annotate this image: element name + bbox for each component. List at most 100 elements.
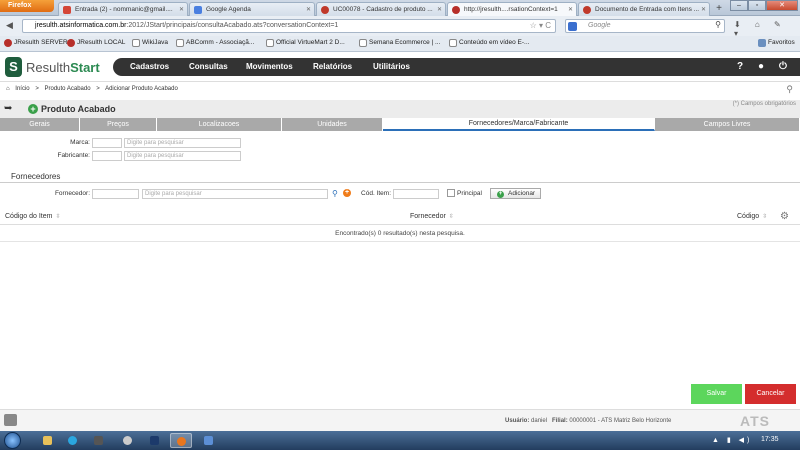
marca-search-input[interactable]: Digite para pesquisar: [124, 138, 241, 148]
bookmark-item[interactable]: Official VirtueMart 2 D...: [266, 39, 345, 47]
browser-tab-documento[interactable]: Documento de Entrada com Itens ... ✕: [578, 2, 710, 16]
tab-unidades[interactable]: Unidades: [282, 118, 383, 131]
taskbar-app[interactable]: [88, 433, 110, 448]
folder-icon: [43, 436, 52, 445]
main-menu: Cadastros Consultas Movimentos Relatório…: [113, 58, 800, 76]
status-bar: Usuário: daniel Filial: 00000001 - ATS M…: [0, 409, 800, 431]
taskbar-skype[interactable]: [62, 433, 84, 448]
page-icon: [583, 6, 591, 14]
bookmark-star-icon[interactable]: ☆ ▾ C: [530, 21, 551, 30]
url-bar[interactable]: jresulth.atsinformatica.com.br:2012/JSta…: [22, 19, 556, 33]
gear-icon[interactable]: ⚙: [780, 211, 789, 222]
url-host: jresulth.atsinformatica.com.br: [35, 22, 127, 29]
back-icon[interactable]: ◀: [6, 20, 13, 31]
search-icon[interactable]: ⚲: [786, 84, 793, 95]
menu-relatorios[interactable]: Relatórios: [313, 62, 352, 71]
breadcrumb-current: Adicionar Produto Acabado: [105, 86, 178, 92]
fornecedor-code-input[interactable]: [92, 189, 139, 199]
principal-checkbox[interactable]: [447, 189, 455, 197]
fabricante-search-input[interactable]: Digite para pesquisar: [124, 151, 241, 161]
taskbar-photoshop[interactable]: [144, 433, 166, 448]
window-close-icon[interactable]: ✕: [766, 0, 798, 11]
menu-utilitarios[interactable]: Utilitários: [373, 62, 410, 71]
breadcrumb: ⌂ Início > Produto Acabado > Adicionar P…: [6, 86, 178, 92]
back-arrow-icon[interactable]: ➥: [4, 103, 12, 114]
user-icon[interactable]: ●: [758, 61, 764, 72]
status-branch: 00000001 - ATS Matriz Belo Horizonte: [569, 418, 672, 424]
tab-localizacoes[interactable]: Localizacoes: [157, 118, 282, 131]
firefox-menu-button[interactable]: Firefox: [0, 0, 54, 12]
tab-title: Entrada (2) - nommanic@gmail....: [75, 6, 173, 13]
bookmark-item[interactable]: JResulth SERVER: [4, 39, 68, 47]
browser-tab-gmail[interactable]: Entrada (2) - nommanic@gmail.... ✕: [58, 2, 188, 16]
system-tray-icons[interactable]: ▲ ▮ ◀): [712, 436, 752, 444]
maximize-icon[interactable]: ▫: [748, 0, 766, 11]
bookmark-item[interactable]: JResulth LOCAL: [67, 39, 125, 47]
breadcrumb-produto-acabado[interactable]: Produto Acabado: [45, 86, 91, 92]
keyboard-icon[interactable]: [4, 414, 17, 426]
fornecedor-search-input[interactable]: Digite para pesquisar: [142, 189, 328, 199]
home-icon[interactable]: ⌂: [6, 86, 10, 92]
bookmark-item[interactable]: Semana Ecommerce | ...: [359, 39, 440, 47]
power-icon[interactable]: ⏻: [779, 61, 787, 72]
taskbar-app[interactable]: [117, 433, 139, 448]
search-icon[interactable]: ⚲: [715, 20, 721, 29]
window-controls: – ▫ ✕: [730, 0, 798, 11]
column-header-codigo[interactable]: Código ⇳: [737, 213, 767, 220]
section-divider: [0, 182, 800, 183]
save-button[interactable]: Salvar: [691, 384, 742, 404]
page-icon: [359, 39, 367, 47]
add-supplier-button[interactable]: + Adicionar: [490, 188, 541, 199]
taskbar-firefox[interactable]: [170, 433, 192, 448]
menu-movimentos[interactable]: Movimentos: [246, 62, 293, 71]
browser-tab-jresulth[interactable]: http://jresulth....rsationContext=1 ✕: [447, 2, 577, 16]
cancel-button[interactable]: Cancelar: [745, 384, 796, 404]
taskbar-explorer[interactable]: [37, 433, 59, 448]
google-icon[interactable]: [568, 22, 577, 31]
page-icon: [132, 39, 140, 47]
tab-title: Documento de Entrada com Itens ...: [595, 6, 700, 13]
fabricante-label: Fabricante:: [57, 152, 90, 159]
column-header-codigo-item[interactable]: Código do Item ⇳: [5, 213, 61, 220]
browser-tab-calendar[interactable]: Google Agenda ✕: [189, 2, 315, 16]
bookmark-item[interactable]: ABComm - Associaçã...: [176, 39, 254, 47]
close-tab-icon[interactable]: ✕: [437, 6, 442, 13]
logo-text: ResulthStart: [26, 60, 100, 75]
taskbar-app[interactable]: [198, 433, 220, 448]
bookmarks-menu[interactable]: Favoritos: [758, 39, 795, 47]
close-tab-icon[interactable]: ✕: [306, 6, 311, 13]
column-header-fornecedor[interactable]: Fornecedor ⇳: [410, 213, 454, 220]
browser-tab-bar: Firefox Entrada (2) - nommanic@gmail....…: [0, 0, 800, 16]
start-button[interactable]: [4, 432, 21, 449]
search-icon[interactable]: ⚲: [332, 189, 338, 198]
close-tab-icon[interactable]: ✕: [179, 6, 184, 13]
marca-code-input[interactable]: [92, 138, 122, 148]
url-path: :2012/JStart/principais/consultaAcabado.…: [126, 22, 339, 29]
menu-cadastros[interactable]: Cadastros: [130, 62, 169, 71]
tab-gerais[interactable]: Gerais: [0, 118, 80, 131]
fabricante-code-input[interactable]: [92, 151, 122, 161]
tab-fornecedores-marca-fabricante[interactable]: Fornecedores/Marca/Fabricante: [383, 118, 655, 131]
help-icon[interactable]: ?: [737, 61, 743, 72]
bookmark-item[interactable]: Conteúdo em vídeo E-...: [449, 39, 529, 47]
bookmark-item[interactable]: WikiJava: [132, 39, 168, 47]
minimize-icon[interactable]: –: [730, 0, 748, 11]
menu-consultas[interactable]: Consultas: [189, 62, 228, 71]
calendar-icon: [194, 6, 202, 14]
skype-icon: [68, 436, 77, 445]
browser-search-input[interactable]: Google ⚲: [565, 19, 725, 33]
new-tab-button[interactable]: +: [712, 3, 726, 15]
tab-campos-livres[interactable]: Campos Livres: [655, 118, 800, 131]
close-tab-icon[interactable]: ✕: [568, 6, 573, 13]
form-tabs: Gerais Preços Localizacoes Unidades Forn…: [0, 118, 800, 131]
principal-label: Principal: [457, 190, 482, 197]
breadcrumb-inicio[interactable]: Início: [15, 86, 29, 92]
cod-item-input[interactable]: [393, 189, 439, 199]
browser-tab-uc00078[interactable]: UC00078 - Cadastro de produto ... ✕: [316, 2, 446, 16]
tab-title: UC00078 - Cadastro de produto ...: [333, 6, 433, 13]
add-icon[interactable]: +: [343, 189, 351, 197]
close-tab-icon[interactable]: ✕: [701, 6, 706, 13]
table-divider: [0, 241, 800, 242]
resulth-icon: [4, 39, 12, 47]
tab-precos[interactable]: Preços: [80, 118, 157, 131]
